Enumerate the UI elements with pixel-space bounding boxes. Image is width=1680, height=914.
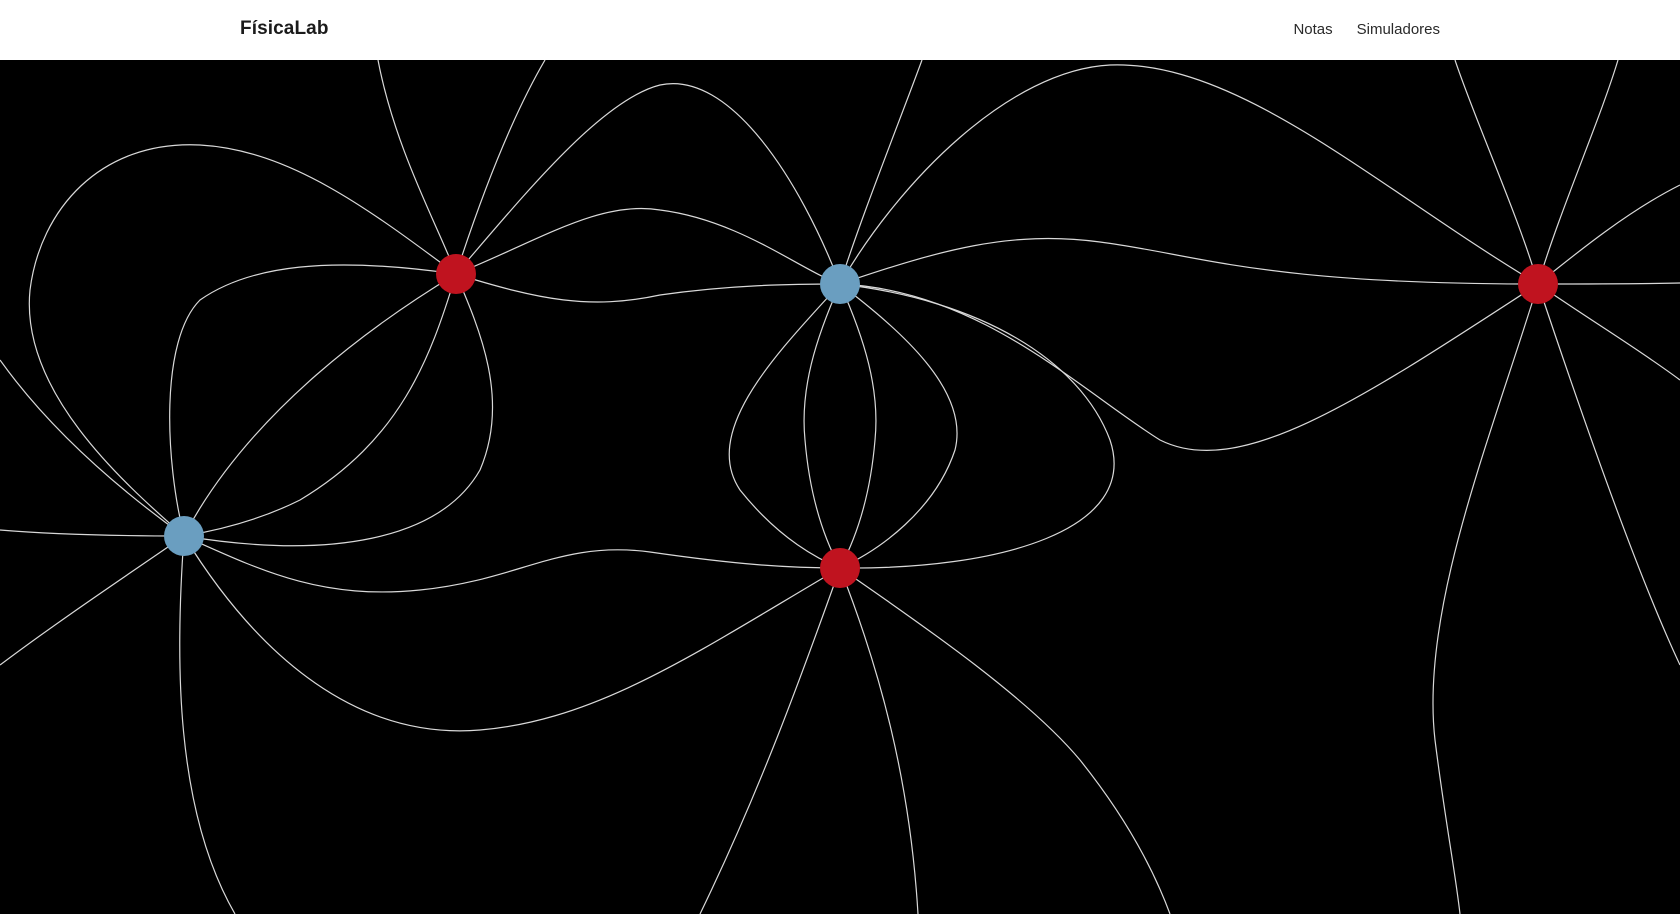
top-navbar: FísicaLab Notas Simuladores: [0, 0, 1680, 60]
electric-field-simulation[interactable]: [0, 60, 1680, 914]
main-nav: Notas Simuladores: [1293, 21, 1440, 38]
negative-charge[interactable]: [164, 516, 204, 556]
nav-link-notas[interactable]: Notas: [1293, 21, 1332, 38]
nav-link-simuladores[interactable]: Simuladores: [1357, 21, 1440, 38]
field-canvas[interactable]: [0, 60, 1680, 914]
positive-charge[interactable]: [1518, 264, 1558, 304]
positive-charge[interactable]: [436, 254, 476, 294]
negative-charge[interactable]: [820, 264, 860, 304]
positive-charge[interactable]: [820, 548, 860, 588]
canvas-background: [0, 60, 1680, 914]
brand-logo-link[interactable]: FísicaLab: [240, 18, 329, 40]
